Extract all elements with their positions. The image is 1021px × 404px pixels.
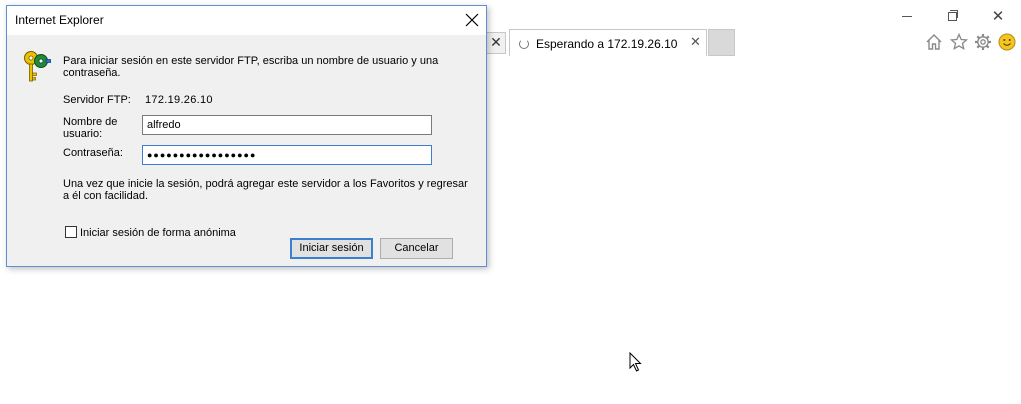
favorites-star-icon[interactable] [949,32,969,52]
password-label: Contraseña: [63,147,123,159]
mouse-cursor-icon [629,352,642,372]
minimize-button[interactable] [898,8,916,24]
tab-title: Esperando a 172.19.26.10 [536,37,678,51]
username-label: Nombre de usuario: [63,116,118,140]
login-button[interactable]: Iniciar sesión [290,238,373,259]
anonymous-login-checkbox[interactable] [65,226,77,238]
keys-icon [24,51,51,82]
login-message: Para iniciar sesión en este servidor FTP… [63,55,439,79]
anonymous-login-label[interactable]: Iniciar sesión de forma anónima [80,227,236,239]
feedback-smiley-icon[interactable] [997,32,1017,52]
tools-gear-icon[interactable] [973,32,993,52]
dialog-close-icon[interactable] [462,10,482,30]
home-icon[interactable] [924,32,944,52]
ftp-login-dialog: Internet Explorer Para iniciar sesión en… [6,5,487,267]
password-input[interactable]: ●●●●●●●●●●●●●●●●● [142,145,432,165]
loading-spinner-icon [519,39,529,49]
favorites-info-text: Una vez que inicie la sesión, podrá agre… [63,178,468,202]
previous-tab-close-button[interactable]: ✕ [487,32,506,54]
tab-loading[interactable]: Esperando a 172.19.26.10 ✕ [509,29,707,56]
window-close-button[interactable]: ✕ [989,8,1007,24]
restore-button[interactable] [943,8,961,24]
new-tab-button[interactable] [708,29,735,56]
cancel-button[interactable]: Cancelar [380,238,453,259]
server-label: Servidor FTP: [63,94,131,106]
dialog-titlebar[interactable]: Internet Explorer [7,6,486,35]
server-value: 172.19.26.10 [145,94,213,106]
tab-close-button[interactable]: ✕ [690,35,701,50]
username-input[interactable]: alfredo [142,115,432,135]
dialog-title: Internet Explorer [15,13,104,27]
